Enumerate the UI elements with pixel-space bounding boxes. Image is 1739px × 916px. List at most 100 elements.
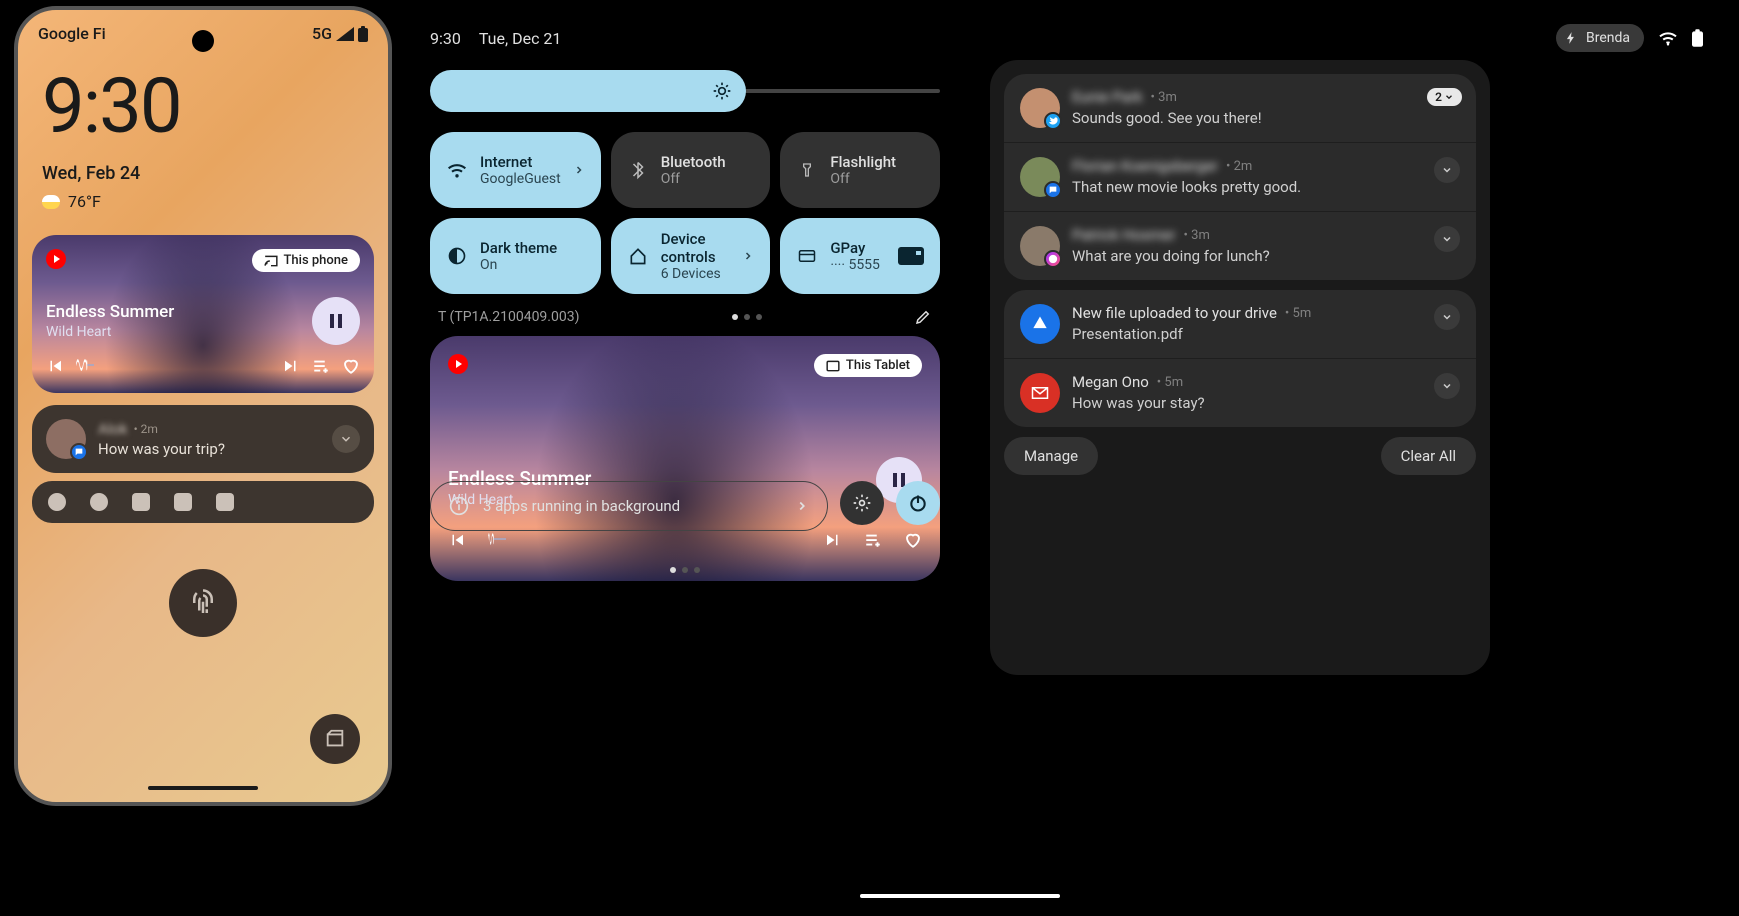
brightness-icon bbox=[712, 81, 732, 101]
qs-internet[interactable]: InternetGoogleGuest bbox=[430, 132, 601, 208]
nav-handle[interactable] bbox=[148, 786, 258, 790]
notification-time: • 2m bbox=[134, 422, 158, 436]
tablet-time: 9:30 bbox=[430, 29, 461, 48]
flashlight-icon bbox=[799, 160, 815, 180]
notification-sender: Florian Koenigsberger bbox=[1072, 157, 1218, 175]
network-label: 5G bbox=[312, 24, 332, 43]
build-label: T (TP1A.2100409.003) bbox=[438, 309, 579, 325]
expand-button[interactable] bbox=[1434, 304, 1460, 330]
notification-row[interactable]: Eunie Park• 3m Sounds good. See you ther… bbox=[1004, 74, 1476, 143]
notification-row[interactable]: Alok • 2m How was your trip? bbox=[32, 405, 374, 473]
expand-button[interactable] bbox=[1434, 226, 1460, 252]
media-player-card[interactable]: This phone Endless Summer Wild Heart bbox=[32, 235, 374, 393]
clock-date: Wed, Feb 24 bbox=[18, 151, 388, 184]
expand-button[interactable] bbox=[1434, 373, 1460, 399]
queue-icon[interactable] bbox=[864, 531, 882, 549]
qs-bluetooth[interactable]: BluetoothOff bbox=[611, 132, 771, 208]
manage-button[interactable]: Manage bbox=[1004, 437, 1098, 475]
avatar bbox=[46, 419, 86, 459]
card-icon bbox=[797, 247, 817, 265]
temperature-label: 76°F bbox=[68, 192, 101, 211]
notes-icon bbox=[216, 493, 234, 511]
carrier-label: Google Fi bbox=[38, 24, 106, 43]
pause-button[interactable] bbox=[312, 297, 360, 345]
gear-icon bbox=[852, 493, 872, 513]
cast-chip[interactable]: This phone bbox=[252, 249, 361, 272]
user-chip[interactable]: Brenda bbox=[1556, 24, 1644, 52]
previous-icon[interactable] bbox=[46, 357, 64, 375]
expand-button[interactable] bbox=[1434, 157, 1460, 183]
avatar bbox=[1020, 226, 1060, 266]
power-icon bbox=[908, 493, 928, 513]
chevron-right-icon bbox=[795, 498, 809, 514]
bolt-icon bbox=[1564, 31, 1578, 45]
chevron-right-icon bbox=[742, 248, 754, 264]
heart-icon[interactable] bbox=[342, 357, 360, 375]
battery-icon bbox=[358, 26, 368, 42]
notification-row[interactable]: Florian Koenigsberger• 2m That new movie… bbox=[1004, 143, 1476, 212]
power-button[interactable] bbox=[896, 481, 940, 525]
pause-icon bbox=[327, 312, 345, 330]
notification-sender: Megan Ono bbox=[1072, 373, 1149, 391]
cast-chip[interactable]: This Tablet bbox=[814, 354, 922, 377]
weather-icon bbox=[42, 195, 60, 209]
signal-icon bbox=[336, 27, 354, 41]
seek-bar[interactable] bbox=[76, 356, 270, 376]
notification-app-icons[interactable] bbox=[32, 481, 374, 523]
notification-message: How was your stay? bbox=[1072, 394, 1422, 412]
settings-button[interactable] bbox=[840, 481, 884, 525]
chevron-down-icon bbox=[1441, 380, 1453, 392]
qs-gpay[interactable]: GPay···· 5555 bbox=[780, 218, 940, 294]
qs-device-controls[interactable]: Device controls6 Devices bbox=[611, 218, 771, 294]
notification-time: • 3m bbox=[1151, 90, 1177, 105]
edit-icon[interactable] bbox=[914, 308, 932, 326]
notification-sender: Patrick Hosmer bbox=[1072, 226, 1176, 244]
next-icon[interactable] bbox=[282, 357, 300, 375]
youtube-music-icon bbox=[448, 354, 468, 374]
weather-widget[interactable]: 76°F bbox=[18, 184, 388, 211]
notification-time: • 3m bbox=[1184, 228, 1210, 243]
user-name: Brenda bbox=[1586, 30, 1630, 46]
tablet-icon bbox=[826, 360, 840, 372]
profile-icon bbox=[48, 493, 66, 511]
notification-time: • 5m bbox=[1285, 306, 1311, 321]
notification-row[interactable]: New file uploaded to your drive• 5m Pres… bbox=[1004, 290, 1476, 359]
notification-group: Eunie Park• 3m Sounds good. See you ther… bbox=[1004, 74, 1476, 280]
qs-flashlight[interactable]: FlashlightOff bbox=[780, 132, 940, 208]
notification-sender: Alok bbox=[98, 420, 128, 438]
previous-icon[interactable] bbox=[448, 531, 466, 549]
cast-icon bbox=[264, 255, 278, 267]
wallet-button[interactable] bbox=[310, 714, 360, 764]
home-icon bbox=[628, 246, 648, 266]
fingerprint-icon bbox=[188, 588, 218, 618]
drive-icon bbox=[1020, 304, 1060, 344]
qs-dark-theme[interactable]: Dark themeOn bbox=[430, 218, 601, 294]
clear-all-button[interactable]: Clear All bbox=[1381, 437, 1476, 475]
queue-icon[interactable] bbox=[312, 357, 330, 375]
notification-sender: Eunie Park bbox=[1072, 88, 1143, 106]
heart-icon[interactable] bbox=[904, 531, 922, 549]
media-player-card[interactable]: This Tablet Endless Summer Wild Heart bbox=[430, 336, 940, 581]
chevron-down-icon bbox=[1441, 164, 1453, 176]
nav-handle[interactable] bbox=[860, 894, 1060, 898]
dark-theme-icon bbox=[447, 246, 467, 266]
avatar bbox=[1020, 88, 1060, 128]
count-chip[interactable]: 2 bbox=[1427, 88, 1462, 106]
fingerprint-button[interactable] bbox=[169, 569, 237, 637]
notification-row[interactable]: Megan Ono• 5m How was your stay? bbox=[1004, 359, 1476, 427]
drive-icon bbox=[174, 493, 192, 511]
brightness-slider[interactable] bbox=[430, 70, 940, 112]
wifi-icon bbox=[1658, 30, 1678, 46]
clock-time: 9:30 bbox=[18, 43, 388, 151]
youtube-music-icon bbox=[46, 249, 66, 269]
expand-button[interactable] bbox=[332, 425, 360, 453]
notification-row[interactable]: Patrick Hosmer • 3m What are you doing fo… bbox=[1004, 212, 1476, 280]
seek-bar[interactable] bbox=[488, 530, 802, 550]
notification-message: How was your trip? bbox=[98, 440, 320, 458]
notification-message: What are you doing for lunch? bbox=[1072, 247, 1422, 265]
twitter-badge-icon bbox=[1044, 112, 1062, 130]
background-apps-pill[interactable]: 3 apps running in background bbox=[430, 481, 828, 531]
media-page-indicator bbox=[430, 561, 940, 573]
next-icon[interactable] bbox=[824, 531, 842, 549]
cast-label: This Tablet bbox=[846, 358, 910, 373]
